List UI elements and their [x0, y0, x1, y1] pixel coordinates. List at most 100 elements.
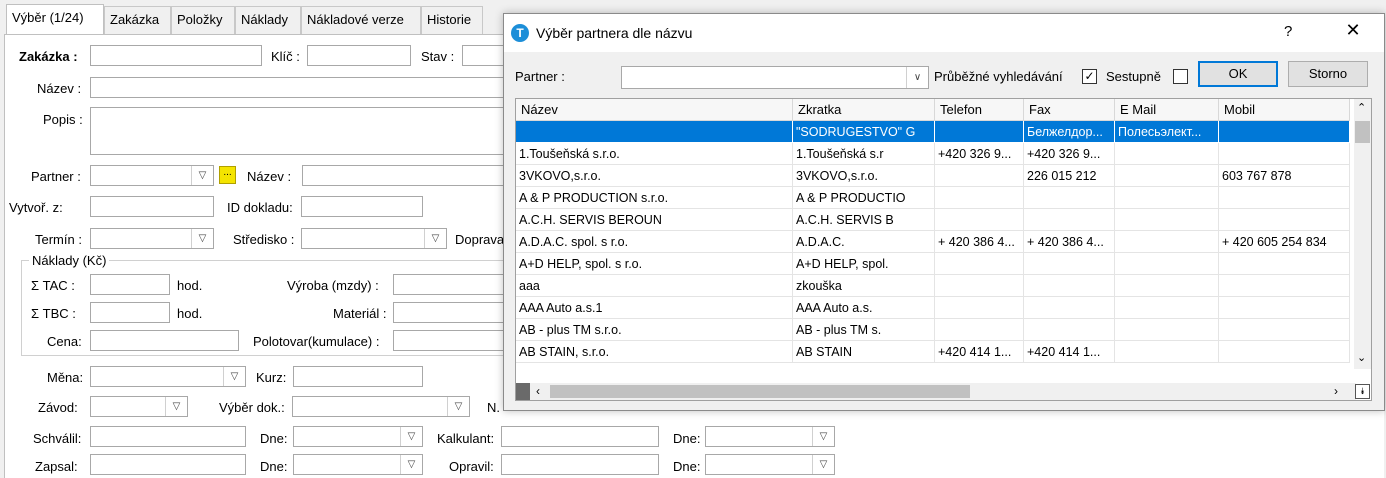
grid-cell: "SODRUGESTVO" G: [793, 121, 935, 143]
grid-column-header[interactable]: Název: [516, 99, 793, 121]
tab-naklady[interactable]: Náklady: [235, 6, 301, 34]
prubezne-checkbox[interactable]: ✓: [1082, 69, 1097, 84]
opravil-input[interactable]: [501, 454, 659, 475]
grid-cell: [1115, 231, 1219, 253]
partner-nazev-input[interactable]: [302, 165, 510, 186]
grid-row[interactable]: 3VKOVO,s.r.o. 3VKOVO,s.r.o. 226 015 212 603…: [516, 165, 1356, 187]
chevron-down-icon[interactable]: ▽: [812, 455, 834, 474]
id-dokladu-input[interactable]: [301, 196, 423, 217]
zapsal-input[interactable]: [90, 454, 246, 475]
tbc-label: Σ TBC :: [31, 306, 76, 321]
grid-row[interactable]: 1.Toušeňská s.r.o. 1.Toušeňská s.r +420 32…: [516, 143, 1356, 165]
ok-button[interactable]: OK: [1198, 61, 1278, 87]
popis-textarea[interactable]: [90, 107, 510, 155]
scroll-up-icon[interactable]: ⌃: [1357, 101, 1366, 114]
chevron-down-icon[interactable]: ▽: [424, 229, 446, 248]
grid-row[interactable]: A.C.H. SERVIS BEROUN A.C.H. SERVIS B: [516, 209, 1356, 231]
schvalil-dne-combo[interactable]: ▽: [293, 426, 423, 447]
grid-column-header[interactable]: Zkratka: [793, 99, 935, 121]
chevron-down-icon[interactable]: ▽: [812, 427, 834, 446]
scroll-right-icon[interactable]: ›: [1334, 384, 1338, 398]
grid-cell: [1115, 253, 1219, 275]
partner-browse-button[interactable]: ...: [219, 166, 236, 184]
tac-input[interactable]: [90, 274, 170, 295]
tab-nakladove-verze[interactable]: Nákladové verze: [301, 6, 421, 34]
chevron-down-icon[interactable]: ▽: [165, 397, 187, 416]
grid-row[interactable]: A & P PRODUCTION s.r.o. A & P PRODUCTIO: [516, 187, 1356, 209]
chevron-down-icon[interactable]: ▽: [400, 455, 422, 474]
grid-cell: 3VKOVO,s.r.o.: [516, 165, 793, 187]
kalkulant-dne-combo[interactable]: ▽: [705, 426, 835, 447]
grid-column-header[interactable]: Telefon: [935, 99, 1024, 121]
vytvor-input[interactable]: [90, 196, 214, 217]
zavod-combo[interactable]: ▽: [90, 396, 188, 417]
tab-polozky[interactable]: Položky: [171, 6, 235, 34]
scroll-left-icon[interactable]: ‹: [536, 384, 540, 398]
chevron-down-icon[interactable]: ▽: [191, 229, 213, 248]
vyber-dok-combo[interactable]: ▽: [292, 396, 470, 417]
scroll-down-icon[interactable]: ⌄: [1357, 351, 1366, 364]
grid-cell: +420 414 1...: [1024, 341, 1115, 363]
grid-row[interactable]: aaa zkouška: [516, 275, 1356, 297]
schvalil-input[interactable]: [90, 426, 246, 447]
partner-grid[interactable]: Název Zkratka Telefon Fax E Mail Mobil "SODRU…: [515, 98, 1372, 401]
grid-column-header[interactable]: Mobil: [1219, 99, 1350, 121]
naklady-group-title: Náklady (Kč): [29, 253, 110, 268]
nazev-input[interactable]: [90, 77, 510, 98]
vertical-scrollbar[interactable]: ⌃ ⌄: [1354, 99, 1371, 369]
grid-column-header[interactable]: E Mail: [1115, 99, 1219, 121]
polotovar-input[interactable]: [393, 330, 509, 351]
grid-row[interactable]: AAA Auto a.s.1 AAA Auto a.s.: [516, 297, 1356, 319]
sestupne-label: Sestupně: [1106, 69, 1161, 84]
help-button[interactable]: ?: [1284, 23, 1304, 40]
kalkulant-input[interactable]: [501, 426, 659, 447]
termin-combo[interactable]: ▽: [90, 228, 214, 249]
cena-input[interactable]: [90, 330, 239, 351]
partner-nazev-label: Název :: [247, 169, 292, 184]
kurz-input[interactable]: [293, 366, 423, 387]
klic-input[interactable]: [307, 45, 411, 66]
mena-combo[interactable]: ▽: [90, 366, 246, 387]
opravil-dne-combo[interactable]: ▽: [705, 454, 835, 475]
horizontal-scrollbar[interactable]: ‹ ›: [516, 383, 1356, 400]
grid-cell: Полесьэлект...: [1115, 121, 1219, 143]
close-button[interactable]: ✕: [1340, 20, 1366, 41]
zapsal-label: Zapsal:: [35, 459, 78, 474]
cena-label: Cena:: [47, 334, 82, 349]
grid-column-header[interactable]: Fax: [1024, 99, 1115, 121]
dialog-partner-combo[interactable]: ∨: [621, 66, 929, 89]
tab-historie[interactable]: Historie: [421, 6, 483, 34]
grid-cell: AB - plus TM s.r.o.: [516, 319, 793, 341]
grid-row[interactable]: "SODRUGESTVO" G Белжелдор... Полесьэлект..…: [516, 121, 1356, 143]
scroll-thumb[interactable]: [1355, 121, 1370, 143]
stredisko-combo[interactable]: ▽: [301, 228, 447, 249]
partner-search-dialog: T Výběr partnera dle názvu ? ✕ Partner :…: [503, 13, 1385, 411]
chevron-down-icon[interactable]: ▽: [191, 166, 213, 185]
chevron-down-icon[interactable]: ∨: [906, 67, 928, 88]
storno-button[interactable]: Storno: [1288, 61, 1368, 87]
sestupne-checkbox[interactable]: [1173, 69, 1188, 84]
grid-row[interactable]: AB - plus TM s.r.o. AB - plus TM s.: [516, 319, 1356, 341]
tab-zakazka[interactable]: Zakázka: [104, 6, 171, 34]
grid-cell: [935, 187, 1024, 209]
grid-row[interactable]: A+D HELP, spol. s r.o. A+D HELP, spol.: [516, 253, 1356, 275]
tab-vyber[interactable]: Výběr (1/24): [6, 4, 104, 35]
grid-cell: AB STAIN: [793, 341, 935, 363]
grid-cell: [1115, 319, 1219, 341]
grid-cell: A.D.A.C.: [793, 231, 935, 253]
chevron-down-icon[interactable]: ▽: [447, 397, 469, 416]
zapsal-dne-combo[interactable]: ▽: [293, 454, 423, 475]
tbc-input[interactable]: [90, 302, 170, 323]
zakazka-input[interactable]: [90, 45, 262, 66]
scroll-thumb[interactable]: [550, 385, 970, 398]
stav-combo[interactable]: [462, 45, 506, 66]
chevron-down-icon[interactable]: ▽: [400, 427, 422, 446]
chevron-down-icon[interactable]: ▽: [223, 367, 245, 386]
expand-grid-icon[interactable]: ⯯: [1355, 384, 1370, 399]
partner-combo[interactable]: ▽: [90, 165, 214, 186]
grid-row[interactable]: A.D.A.C. spol. s r.o. A.D.A.C. + 420 386 4…: [516, 231, 1356, 253]
grid-row[interactable]: AB STAIN, s.r.o. AB STAIN +420 414 1... +42…: [516, 341, 1356, 363]
vyroba-input[interactable]: [393, 274, 509, 295]
material-input[interactable]: [393, 302, 509, 323]
dialog-titlebar[interactable]: T Výběr partnera dle názvu ? ✕: [504, 14, 1384, 52]
